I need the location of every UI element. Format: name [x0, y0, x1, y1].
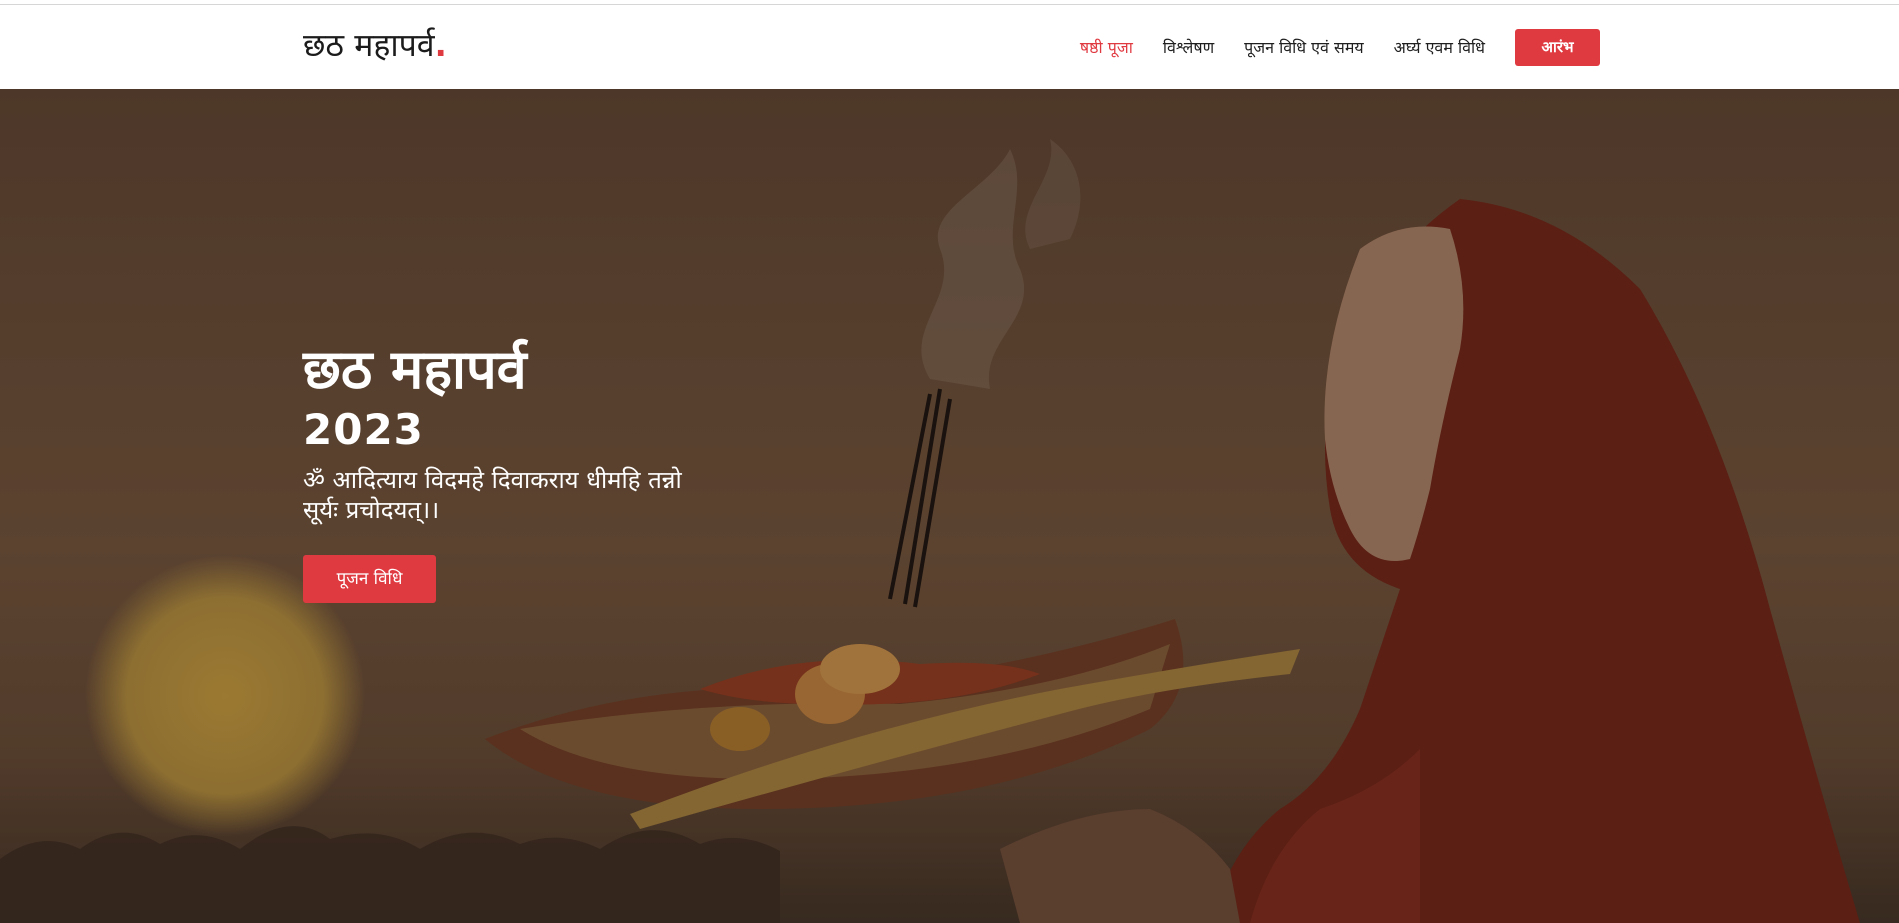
pujan-vidhi-button[interactable]: पूजन विधि	[303, 555, 436, 603]
main-nav: षष्ठी पूजा विश्लेषण पूजन विधि एवं समय अर…	[1050, 28, 1600, 66]
hero-content: छठ महापर्व 2023 ॐ आदित्याय विदमहे दिवाकर…	[303, 339, 803, 603]
hero-title: छठ महापर्व	[303, 338, 527, 401]
hero-overlay	[0, 89, 1899, 923]
hero-banner: छठ महापर्व 2023 ॐ आदित्याय विदमहे दिवाकर…	[0, 89, 1899, 923]
nav-link-arghya-vidhi[interactable]: अर्घ्य एवम विधि	[1394, 36, 1485, 58]
brand-text: छठ महापर्व	[303, 26, 435, 64]
navbar: छठ महापर्व. षष्ठी पूजा विश्लेषण पूजन विध…	[0, 5, 1899, 89]
nav-link-pujan-vidhi-samay[interactable]: पूजन विधि एवं समय	[1244, 36, 1364, 58]
nav-link-shashthi-puja[interactable]: षष्ठी पूजा	[1080, 36, 1133, 58]
hero-mantra: ॐ आदित्याय विदमहे दिवाकराय धीमहि तन्नो स…	[303, 466, 682, 524]
start-button[interactable]: आरंभ	[1515, 28, 1600, 66]
brand-logo[interactable]: छठ महापर्व.	[303, 23, 447, 66]
brand-dot: .	[434, 26, 447, 64]
hero-year: 2023	[303, 405, 424, 454]
nav-link-vishleshan[interactable]: विश्लेषण	[1163, 36, 1214, 58]
